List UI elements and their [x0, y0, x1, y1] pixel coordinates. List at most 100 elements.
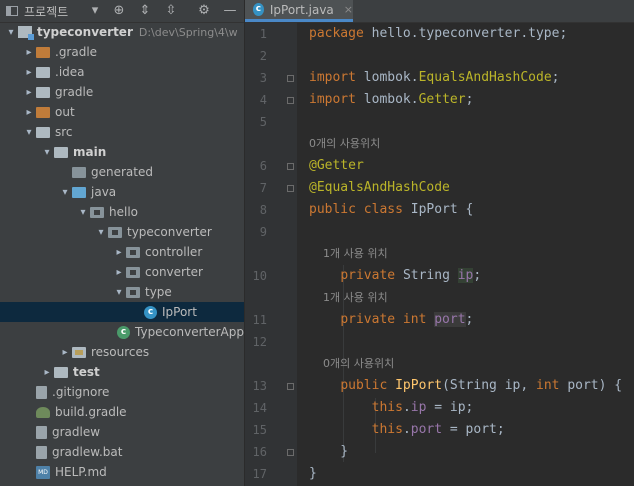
chevron-right-icon[interactable]: ▸ — [22, 62, 36, 82]
tree-item-java[interactable]: ▾ java — [0, 182, 244, 202]
generated-folder-icon — [72, 166, 86, 178]
tree-item-label: build.gradle — [55, 405, 127, 419]
line-number: 5 — [259, 115, 267, 129]
tree-item-label: .idea — [55, 65, 85, 79]
spring-class-icon: c — [117, 325, 130, 339]
chevron-right-icon[interactable]: ▸ — [40, 362, 54, 382]
tree-item-main[interactable]: ▾ main — [0, 142, 244, 162]
resources-folder-icon — [72, 346, 86, 358]
fold-marker-icon[interactable] — [285, 375, 295, 397]
tree-item-typeconverter[interactable]: ▾ typeconverter — [0, 222, 244, 242]
file-icon — [36, 385, 47, 399]
chevron-right-icon[interactable]: ▸ — [22, 82, 36, 102]
code-line: import lombok.EqualsAndHashCode; — [309, 70, 560, 85]
code-line: } — [309, 444, 349, 459]
editor-tabs: c IpPort.java × — [245, 0, 634, 23]
fold-marker-icon[interactable] — [285, 89, 295, 111]
tree-item-label: main — [73, 145, 107, 159]
folder-icon — [54, 366, 68, 378]
tree-item-typeconverter[interactable]: ▾ typeconverter D:\dev\Spring\4\w — [0, 22, 244, 42]
fold-marker-icon[interactable] — [285, 67, 295, 89]
code-line: this.ip = ip; — [371, 400, 474, 415]
tree-item-label: HELP.md — [55, 465, 107, 479]
usages-hint[interactable]: 0개의 사용위치 — [309, 353, 394, 375]
fold-marker-icon[interactable] — [285, 155, 295, 177]
tree-item-label: hello — [109, 205, 138, 219]
tree-item-label: resources — [91, 345, 150, 359]
folder-icon — [54, 146, 68, 158]
tree-item-typeconverterapp[interactable]: ▸cTypeconverterApp — [0, 322, 244, 342]
tree-item-label: java — [91, 185, 117, 199]
tree-item-resources[interactable]: ▸ resources — [0, 342, 244, 362]
fold-marker-icon[interactable] — [285, 441, 295, 463]
tree-item-gradle[interactable]: ▸ .gradle — [0, 42, 244, 62]
tab-ipport-java[interactable]: c IpPort.java × — [245, 0, 353, 22]
chevron-down-icon[interactable]: ▾ — [4, 22, 18, 42]
tree-item-gradlew[interactable]: ▸gradlew — [0, 422, 244, 442]
tree-item-converter[interactable]: ▸ converter — [0, 262, 244, 282]
tree-item-label: gradlew.bat — [52, 445, 123, 459]
tree-item-label: .gitignore — [52, 385, 110, 399]
tree-item-controller[interactable]: ▸ controller — [0, 242, 244, 262]
package-icon — [90, 206, 104, 218]
chevron-right-icon[interactable]: ▸ — [112, 262, 126, 282]
chevron-down-icon[interactable]: ▾ — [22, 122, 36, 142]
chevron-down-icon[interactable]: ▾ — [76, 202, 90, 222]
chevron-down-icon[interactable]: ▾ — [58, 182, 72, 202]
code-line: package hello.typeconverter.type; — [309, 26, 568, 41]
usages-hint[interactable]: 1개 사용 위치 — [309, 243, 388, 265]
code-line: this.port = port; — [371, 422, 505, 437]
folder-icon — [36, 86, 50, 98]
tree-item-gradlew-bat[interactable]: ▸gradlew.bat — [0, 442, 244, 462]
java-class-icon: c — [253, 3, 264, 16]
file-icon — [36, 425, 47, 439]
code-line: } — [309, 466, 317, 481]
chevron-right-icon[interactable]: ▸ — [22, 102, 36, 122]
dropdown-arrow-icon[interactable]: ▾ — [86, 2, 104, 20]
collapse-all-icon[interactable]: ⇳ — [162, 2, 180, 20]
usages-hint[interactable]: 0개의 사용위치 — [309, 133, 380, 155]
tree-item-test[interactable]: ▸ test — [0, 362, 244, 382]
line-number: 15 — [252, 423, 267, 437]
line-number: 8 — [259, 203, 267, 217]
chevron-right-icon[interactable]: ▸ — [112, 242, 126, 262]
chevron-right-icon[interactable]: ▸ — [22, 42, 36, 62]
usages-hint[interactable]: 1개 사용 위치 — [309, 287, 388, 309]
tree-item-label: gradlew — [52, 425, 101, 439]
chevron-down-icon[interactable]: ▾ — [40, 142, 54, 162]
close-icon[interactable]: × — [344, 3, 353, 16]
tree-item-src[interactable]: ▾ src — [0, 122, 244, 142]
chevron-down-icon[interactable]: ▾ — [112, 282, 126, 302]
line-number: 3 — [259, 71, 267, 85]
tree-item-gradle[interactable]: ▸ gradle — [0, 82, 244, 102]
tree-item-gitignore[interactable]: ▸.gitignore — [0, 382, 244, 402]
tree-item-generated[interactable]: ▸generated — [0, 162, 244, 182]
tab-label: IpPort.java — [269, 2, 334, 17]
minimize-icon[interactable]: — — [221, 2, 239, 20]
tree-item-out[interactable]: ▸ out — [0, 102, 244, 122]
line-number: 4 — [259, 93, 267, 107]
tree-item-type[interactable]: ▾ type — [0, 282, 244, 302]
expand-all-icon[interactable]: ⇕ — [136, 2, 154, 20]
tree-item-ipport[interactable]: ▸cIpPort — [0, 302, 244, 322]
line-number: 2 — [259, 49, 267, 63]
tree-item-idea[interactable]: ▸ .idea — [0, 62, 244, 82]
chevron-right-icon[interactable]: ▸ — [58, 342, 72, 362]
markdown-icon: MD — [36, 465, 50, 479]
line-number: 17 — [252, 467, 267, 481]
chevron-down-icon[interactable]: ▾ — [94, 222, 108, 242]
tree-item-hello[interactable]: ▾ hello — [0, 202, 244, 222]
code-area[interactable]: package hello.typeconverter.type; import … — [297, 22, 634, 486]
excluded-folder-icon — [36, 106, 50, 118]
locate-icon[interactable]: ⊕ — [110, 2, 128, 20]
fold-marker-icon[interactable] — [285, 177, 295, 199]
gear-icon[interactable]: ⚙ — [195, 2, 213, 20]
tree-item-build-gradle[interactable]: ▸build.gradle — [0, 402, 244, 422]
tree-item-label: typeconverter — [37, 25, 133, 39]
code-line: public IpPort(String ip, int port) { — [340, 378, 623, 393]
line-number-gutter: 1 2 3 4 5 6 7 8 9 10 11 12 13 14 15 16 17 — [245, 22, 297, 486]
project-view-selector[interactable]: 프로젝트 — [6, 2, 68, 20]
tree-item-label: type — [145, 285, 172, 299]
line-number: 7 — [259, 181, 267, 195]
tree-item-help-md[interactable]: ▸MDHELP.md — [0, 462, 244, 482]
